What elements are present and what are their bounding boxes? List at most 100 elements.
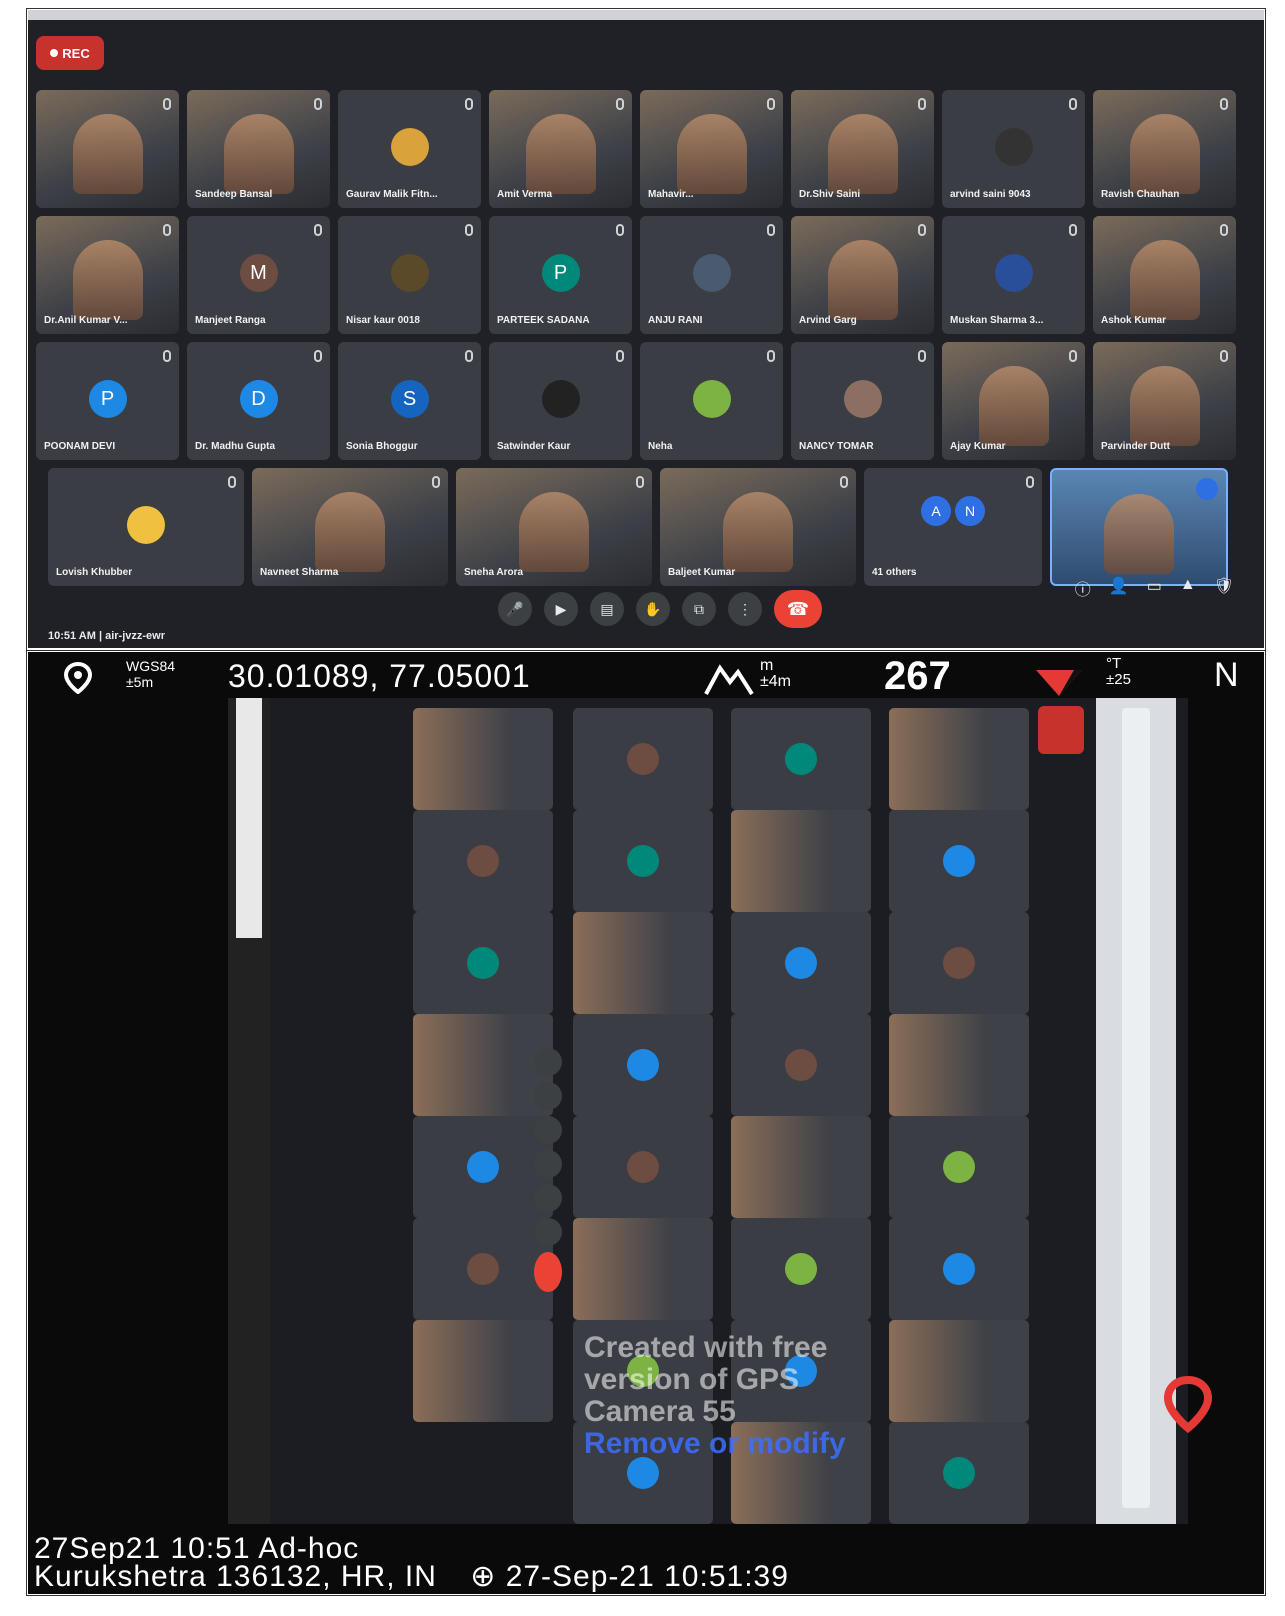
app-watermark: Created with free version of GPS Camera … (584, 1332, 846, 1460)
activities-icon[interactable]: ▲ (1180, 576, 1196, 600)
avatar: P (88, 380, 127, 418)
compass-icon (1036, 670, 1082, 696)
self-video (1104, 494, 1174, 574)
participant-tile[interactable]: Lovish Khubber (48, 468, 244, 586)
mic-muted-icon (918, 350, 926, 362)
participant-tile[interactable]: Gaurav Malik Fitn... (338, 90, 481, 208)
altitude-accuracy: ±4m (760, 673, 792, 690)
participant-name: Neha (648, 441, 673, 452)
avatar: S (390, 380, 429, 418)
people-icon[interactable]: 👤 (1109, 576, 1129, 600)
participant-name: Nisar kaur 0018 (346, 315, 420, 326)
more-options-icon[interactable]: ⋮ (728, 592, 762, 626)
rotated-participant-tile (413, 810, 553, 912)
recording-label: REC (62, 45, 90, 61)
heading-value: 267 (884, 654, 951, 698)
avatar (943, 1151, 975, 1183)
participant-tile[interactable]: P PARTEEK SADANA (489, 216, 632, 334)
location-address: Kurukshetra 136132, HR, IN (34, 1560, 437, 1593)
participant-name: Ajay Kumar (950, 441, 1006, 452)
record-dot-icon (50, 49, 59, 57)
mic-muted-icon (1069, 350, 1077, 362)
heading-unit: °T (1106, 655, 1122, 672)
participant-tile[interactable]: arvind saini 9043 (942, 90, 1085, 208)
raise-hand-icon[interactable]: ✋ (636, 592, 670, 626)
mic-muted-icon (840, 476, 848, 488)
participant-tile[interactable]: NANCY TOMAR (791, 342, 934, 460)
participant-tile[interactable]: Dr.Shiv Saini (791, 90, 934, 208)
captions-icon[interactable]: ▤ (590, 592, 624, 626)
participant-tile[interactable]: Ashok Kumar (1093, 216, 1236, 334)
avatar (627, 1151, 659, 1183)
video-feed (723, 492, 793, 572)
participant-tile[interactable]: M Manjeet Ranga (187, 216, 330, 334)
camera-icon[interactable]: ▶ (544, 592, 578, 626)
rotated-present-icon (534, 1184, 562, 1212)
participant-tile[interactable]: ANJU RANI (640, 216, 783, 334)
rotated-participant-tile (413, 912, 553, 1014)
participant-tile[interactable]: Amit Verma (489, 90, 632, 208)
mic-muted-icon (636, 476, 644, 488)
video-feed (1129, 114, 1200, 194)
rotated-participant-tile (573, 1218, 713, 1320)
participant-tile[interactable]: Sneha Arora (456, 468, 652, 586)
mic-muted-icon (1069, 98, 1077, 110)
participant-tile[interactable]: A N 41 others (864, 468, 1042, 586)
participant-tile[interactable]: Baljeet Kumar (660, 468, 856, 586)
present-screen-icon[interactable]: ⧉ (682, 592, 716, 626)
rotated-participant-tile (731, 1014, 871, 1116)
participant-tile[interactable]: Dr.Anil Kumar V... (36, 216, 179, 334)
watermark-line-3: Camera 55 (584, 1395, 736, 1428)
participant-name: Manjeet Ranga (195, 315, 266, 326)
watermark-line-1: Created with free (584, 1331, 828, 1364)
position-accuracy: ±5m (126, 674, 154, 690)
rotated-participant-tile (413, 708, 553, 810)
rotated-participant-tile (573, 810, 713, 912)
info-icon[interactable]: ⓘ (1075, 576, 1091, 600)
avatar (627, 845, 659, 877)
watermark-link[interactable]: Remove or modify (584, 1428, 846, 1460)
rotated-participant-tile (731, 912, 871, 1014)
participant-tile[interactable]: Arvind Garg (791, 216, 934, 334)
end-call-button[interactable]: ☎ (774, 590, 822, 628)
participant-tile[interactable]: Mahavir... (640, 90, 783, 208)
host-controls-icon[interactable]: 🛡 (1214, 576, 1234, 600)
mic-muted-icon (432, 476, 440, 488)
participant-tile[interactable]: Muskan Sharma 3... (942, 216, 1085, 334)
rotated-more-icon (534, 1218, 562, 1246)
participant-tile[interactable]: Neha (640, 342, 783, 460)
rotated-participant-tile (573, 1014, 713, 1116)
recording-badge: REC (36, 36, 104, 70)
participant-tile[interactable]: Nisar kaur 0018 (338, 216, 481, 334)
video-feed (978, 366, 1049, 446)
participant-tile[interactable]: D Dr. Madhu Gupta (187, 342, 330, 460)
participant-name: Satwinder Kaur (497, 441, 571, 452)
participant-tile[interactable]: Satwinder Kaur (489, 342, 632, 460)
participant-tile[interactable]: Navneet Sharma (252, 468, 448, 586)
mic-muted-icon (918, 98, 926, 110)
participant-tile[interactable]: S Sonia Bhoggur (338, 342, 481, 460)
participant-name: Gaurav Malik Fitn... (346, 189, 438, 200)
participant-tile[interactable]: Parvinder Dutt (1093, 342, 1236, 460)
avatar (943, 947, 975, 979)
avatar (467, 947, 499, 979)
participant-name: POONAM DEVI (44, 441, 116, 452)
participant-tile[interactable] (36, 90, 179, 208)
chat-icon[interactable]: ▭ (1147, 576, 1162, 600)
participant-tile[interactable]: Ajay Kumar (942, 342, 1085, 460)
participant-tile[interactable]: Sandeep Bansal (187, 90, 330, 208)
participant-tile[interactable] (1050, 468, 1228, 586)
rotated-participant-tile (889, 1320, 1029, 1422)
participant-tile[interactable]: P POONAM DEVI (36, 342, 179, 460)
address-bar (1122, 708, 1150, 1508)
participant-tile[interactable]: Ravish Chauhan (1093, 90, 1236, 208)
microphone-icon[interactable]: 🎤 (498, 592, 532, 626)
participant-name: 41 others (872, 567, 917, 578)
rotated-participant-tile (889, 1218, 1029, 1320)
mountain-icon (704, 664, 754, 696)
speaking-indicator-icon (1196, 478, 1218, 500)
mic-muted-icon (465, 224, 473, 236)
meet-screenshot: REC Sandeep Bansal Gaurav Malik Fitn... Am… (28, 10, 1264, 648)
video-feed (72, 240, 143, 320)
avatar: D (239, 380, 278, 418)
